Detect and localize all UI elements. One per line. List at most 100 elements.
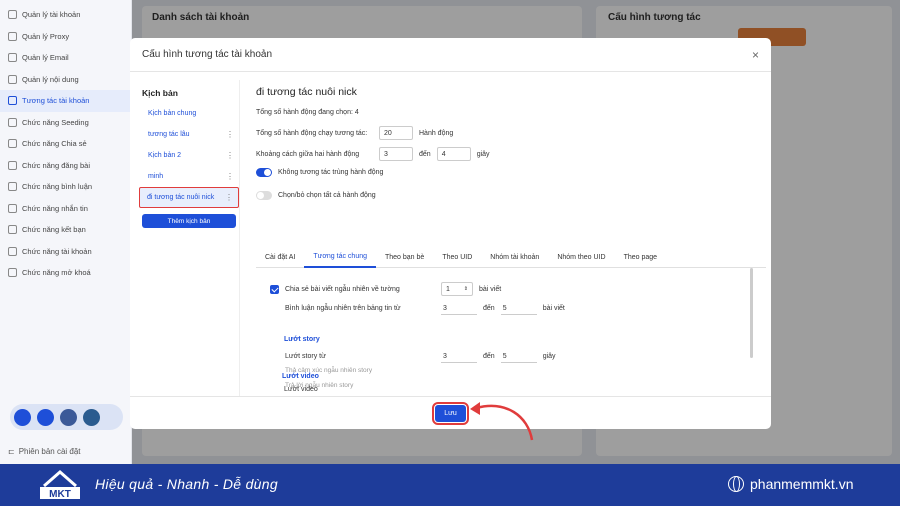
- script-config: đi tương tác nuôi nick Tổng số hành động…: [256, 80, 766, 396]
- sidebar-item[interactable]: Quản lý Email: [0, 47, 131, 69]
- comment-from-input[interactable]: 3: [441, 302, 477, 315]
- sidebar-item[interactable]: Quản lý tài khoản: [0, 4, 131, 26]
- modal-header: Cấu hình tương tác tài khoản ×: [130, 38, 771, 72]
- story-to-input[interactable]: 5: [500, 350, 537, 363]
- modal-footer: Lưu: [130, 396, 771, 429]
- comment-to-input[interactable]: 5: [500, 302, 537, 315]
- total-selected-row: Tổng số hành động đang chọn: 4: [256, 109, 359, 116]
- script-label: đi tương tác nuôi nick: [147, 194, 215, 201]
- story-row: Lướt story từ 3 đến 5 giây: [270, 350, 556, 363]
- interaction-icon: [8, 96, 17, 106]
- share-checkbox[interactable]: [270, 284, 279, 294]
- share-stepper[interactable]: 1 ⇕: [441, 282, 473, 296]
- comment-checkbox[interactable]: [270, 304, 279, 313]
- action-tab[interactable]: Cài đặt AI: [256, 246, 304, 268]
- website-label: phanmemmkt.vn: [750, 476, 854, 492]
- share-unit: bài viết: [479, 285, 502, 293]
- chat-icon[interactable]: [14, 408, 31, 426]
- script-list: Kịch bản chung tương tác lâu ⋮ Kịch bản 2 ⋮ m…: [139, 103, 239, 208]
- sidebar-item[interactable]: Quản lý nội dung: [0, 69, 131, 91]
- mail-icon: [8, 53, 17, 63]
- sidebar-item[interactable]: Chức năng tài khoản: [0, 241, 131, 263]
- action-tab[interactable]: Tương tác chung: [304, 246, 376, 268]
- interval-from-input[interactable]: 3: [379, 147, 413, 161]
- globe-icon[interactable]: [83, 408, 100, 426]
- more-menu-icon[interactable]: ⋮: [226, 172, 234, 181]
- select-all-toggle[interactable]: [256, 191, 272, 200]
- action-tab[interactable]: Theo page: [615, 246, 666, 268]
- script-label: Kịch bản chung: [148, 110, 197, 117]
- sidebar-item[interactable]: Chức năng Seeding: [0, 112, 131, 134]
- sidebar-item[interactable]: Chức năng nhắn tin: [0, 198, 131, 220]
- seeding-icon: [8, 117, 17, 127]
- actions-scroll-area: Chia sẻ bài viết ngẫu nhiên về tường 1 ⇕ …: [256, 270, 766, 396]
- sidebar-item-label: Chức năng đăng bài: [22, 160, 90, 170]
- sidebar-item[interactable]: Chức năng Chia sẻ: [0, 133, 131, 155]
- post-icon: [8, 160, 17, 170]
- script-item[interactable]: Kịch bản chung: [139, 103, 239, 124]
- arrow-annotation-icon: [470, 402, 534, 441]
- sidebar-item[interactable]: Tương tác tài khoản: [0, 90, 131, 112]
- story-label: Lướt story từ: [285, 353, 326, 360]
- total-run-input[interactable]: 20: [379, 126, 413, 140]
- script-item[interactable]: tương tác lâu ⋮: [139, 124, 239, 145]
- sidebar-item-label: Chức năng bình luận: [22, 182, 93, 192]
- content-icon: [8, 74, 17, 84]
- script-label: tương tác lâu: [148, 131, 190, 138]
- more-menu-icon[interactable]: ⋮: [226, 130, 234, 139]
- comment-unit: bài viết: [542, 305, 565, 312]
- scrollbar[interactable]: [750, 268, 753, 358]
- script-label: minh: [148, 173, 164, 180]
- share-value: 1: [446, 285, 450, 293]
- script-item[interactable]: minh ⋮: [139, 166, 239, 187]
- version-label: Phiên bản cài đặt: [18, 447, 81, 456]
- comment-icon: [8, 182, 17, 192]
- comment-to-label: đến: [483, 305, 495, 312]
- add-script-button[interactable]: Thêm kịch bản: [142, 214, 236, 228]
- sidebar-item[interactable]: Chức năng bình luận: [0, 176, 131, 198]
- no-duplicate-label: Không tương tác trùng hành động: [278, 169, 384, 176]
- sidebar-item-label: Quản lý Proxy: [22, 31, 70, 41]
- share-label: Chia sẻ bài viết ngẫu nhiên về tường: [285, 285, 400, 293]
- close-icon[interactable]: ×: [752, 48, 759, 62]
- more-menu-icon[interactable]: ⋮: [226, 151, 234, 160]
- user-icon: [8, 10, 17, 20]
- messenger-icon[interactable]: [37, 408, 54, 426]
- website[interactable]: phanmemmkt.vn: [728, 476, 853, 492]
- sidebar-item[interactable]: Quản lý Proxy: [0, 26, 131, 48]
- account-icon: [8, 246, 17, 256]
- script-list-pane: Kịch bản Kịch bản chung tương tác lâu ⋮ Kịc…: [139, 80, 240, 396]
- facebook-icon[interactable]: [60, 408, 77, 426]
- no-duplicate-toggle[interactable]: [256, 168, 272, 177]
- version-button[interactable]: ⊏ Phiên bản cài đặt: [8, 447, 81, 456]
- interval-to-input[interactable]: 4: [436, 147, 471, 161]
- message-icon: [8, 203, 17, 213]
- more-menu-icon[interactable]: ⋮: [225, 193, 233, 202]
- script-item[interactable]: Kịch bản 2 ⋮: [139, 145, 239, 166]
- total-run-label: Tổng số hành động chạy tương tác:: [256, 129, 368, 137]
- sidebar-item-label: Quản lý nội dung: [22, 74, 79, 84]
- story-checkbox[interactable]: [270, 352, 279, 361]
- total-selected-text: Tổng số hành động đang chọn: 4: [256, 109, 359, 116]
- action-tab[interactable]: Nhóm tài khoản: [481, 246, 548, 268]
- action-tab[interactable]: Theo UID: [433, 246, 481, 268]
- scripts-title: Kịch bản: [142, 88, 178, 98]
- sidebar-item[interactable]: Chức năng mở khoá: [0, 262, 131, 284]
- sidebar-item[interactable]: Chức năng kết bạn: [0, 219, 131, 241]
- story-unit: giây: [542, 353, 556, 360]
- modal-title: Cấu hình tương tác tài khoản: [142, 49, 272, 60]
- action-tab[interactable]: Nhóm theo UID: [548, 246, 614, 268]
- sidebar-item-label: Quản lý Email: [22, 53, 69, 63]
- comment-label: Bình luận ngẫu nhiên trên bảng tin từ: [285, 305, 401, 312]
- save-button[interactable]: Lưu: [432, 401, 469, 425]
- script-title: đi tương tác nuôi nick: [256, 86, 357, 98]
- select-all-row: Chọn/bỏ chọn tất cả hành động: [256, 191, 376, 200]
- share-row: Chia sẻ bài viết ngẫu nhiên về tường 1 ⇕ …: [270, 282, 501, 296]
- script-item[interactable]: đi tương tác nuôi nick ⋮: [139, 187, 239, 208]
- install-icon: ⊏: [8, 447, 15, 456]
- story-from-input[interactable]: 3: [441, 350, 477, 363]
- sidebar-item[interactable]: Chức năng đăng bài: [0, 155, 131, 177]
- story-section-title: Lướt story: [284, 336, 320, 343]
- action-tab[interactable]: Theo bạn bè: [376, 246, 433, 268]
- globe-icon: [728, 476, 744, 492]
